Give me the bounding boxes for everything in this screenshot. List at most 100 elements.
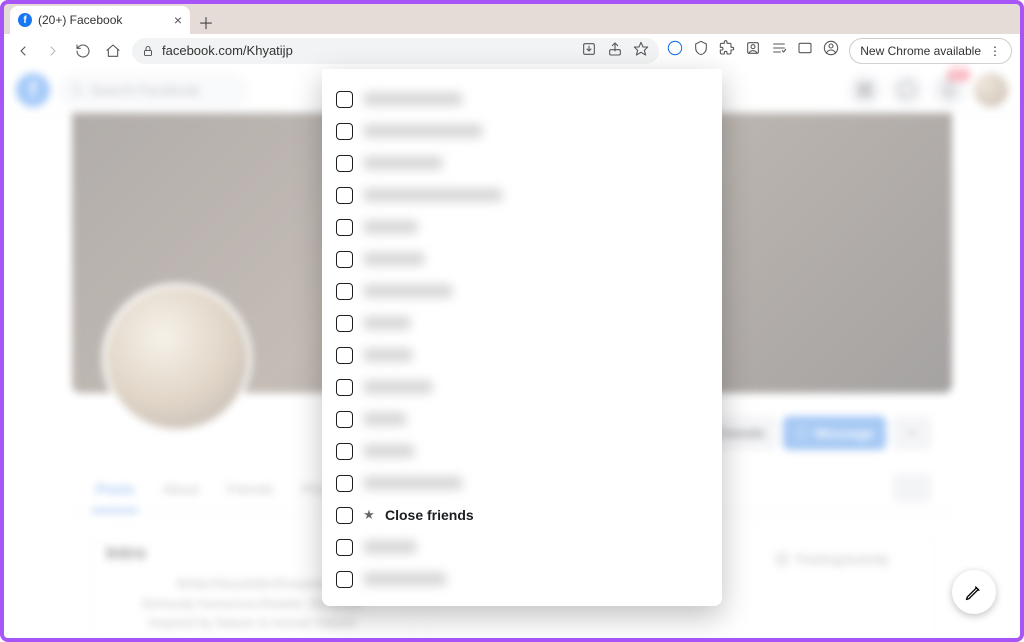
friend-list-item[interactable] bbox=[336, 467, 708, 499]
tab-title: (20+) Facebook bbox=[38, 13, 122, 27]
checkbox[interactable] bbox=[336, 571, 353, 588]
friend-list-item[interactable] bbox=[336, 339, 708, 371]
bookmark-star-icon[interactable] bbox=[633, 41, 649, 60]
list-item-label bbox=[363, 444, 415, 458]
friend-list-item[interactable] bbox=[336, 275, 708, 307]
chrome-update-label: New Chrome available bbox=[860, 44, 981, 58]
friend-list-item[interactable] bbox=[336, 115, 708, 147]
checkbox[interactable] bbox=[336, 187, 353, 204]
user-avatar[interactable] bbox=[974, 73, 1008, 107]
kebab-icon: ⋮ bbox=[989, 44, 1001, 58]
browser-tab[interactable]: f (20+) Facebook × bbox=[10, 6, 190, 34]
notifications-icon[interactable]: 20+ bbox=[932, 73, 966, 107]
list-item-label bbox=[363, 156, 443, 170]
message-label: Message bbox=[815, 425, 874, 441]
reading-list-icon[interactable] bbox=[771, 40, 787, 61]
intro-line: Inspired by Nature & Human Nature bbox=[106, 613, 398, 633]
checkbox[interactable] bbox=[336, 91, 353, 108]
friend-list-item[interactable] bbox=[336, 371, 708, 403]
checkbox[interactable] bbox=[336, 123, 353, 140]
list-item-label bbox=[363, 124, 483, 138]
edit-fab[interactable] bbox=[952, 570, 996, 614]
checkbox[interactable] bbox=[336, 347, 353, 364]
friend-list-item[interactable] bbox=[336, 435, 708, 467]
list-item-label bbox=[363, 572, 447, 586]
shield-icon[interactable] bbox=[693, 40, 709, 61]
profile-avatar-icon[interactable] bbox=[823, 40, 839, 61]
tab-friends[interactable]: Friends bbox=[223, 473, 278, 512]
messenger-small-icon bbox=[795, 426, 809, 440]
back-button[interactable] bbox=[12, 40, 34, 62]
smile-icon bbox=[774, 551, 790, 567]
tab-posts[interactable]: Posts bbox=[92, 473, 138, 512]
extensions-icon[interactable] bbox=[719, 40, 735, 61]
list-item-label bbox=[363, 476, 463, 490]
friend-list-item[interactable] bbox=[336, 307, 708, 339]
composer-feeling[interactable]: Feeling/activity bbox=[774, 551, 889, 567]
home-button[interactable] bbox=[102, 40, 124, 62]
friend-list-item[interactable] bbox=[336, 531, 708, 563]
checkbox[interactable] bbox=[336, 539, 353, 556]
close-tab-icon[interactable]: × bbox=[174, 13, 182, 27]
friend-list-item[interactable] bbox=[336, 179, 708, 211]
install-icon[interactable] bbox=[581, 41, 597, 60]
tab-strip: f (20+) Facebook × ＋ bbox=[4, 4, 1020, 34]
search-placeholder: Search Facebook bbox=[90, 82, 200, 98]
list-item-label bbox=[363, 220, 418, 234]
more-actions-button[interactable] bbox=[892, 416, 932, 450]
checkbox[interactable] bbox=[336, 251, 353, 268]
friend-list-item[interactable] bbox=[336, 83, 708, 115]
share-icon[interactable] bbox=[607, 41, 623, 60]
menu-icon[interactable] bbox=[848, 73, 882, 107]
chrome-update-pill[interactable]: New Chrome available ⋮ bbox=[849, 38, 1012, 64]
checkbox[interactable] bbox=[336, 155, 353, 172]
messenger-icon[interactable] bbox=[890, 73, 924, 107]
new-tab-button[interactable]: ＋ bbox=[194, 10, 218, 34]
account-icon[interactable] bbox=[745, 40, 761, 61]
pencil-icon bbox=[964, 582, 984, 602]
checkbox[interactable] bbox=[336, 507, 353, 524]
friend-list-item[interactable] bbox=[336, 563, 708, 595]
message-button[interactable]: Message bbox=[783, 416, 886, 450]
checkbox[interactable] bbox=[336, 443, 353, 460]
list-item-label bbox=[363, 92, 463, 106]
list-item-label bbox=[363, 412, 407, 426]
list-item-label bbox=[363, 284, 453, 298]
facebook-search[interactable]: Search Facebook bbox=[58, 73, 248, 107]
address-bar[interactable]: facebook.com/Khyatijp bbox=[132, 38, 659, 64]
browser-toolbar: facebook.com/Khyatijp New Chrome availab… bbox=[4, 34, 1020, 67]
list-item-label bbox=[363, 348, 413, 362]
tab-search-icon[interactable] bbox=[797, 40, 813, 61]
checkbox[interactable] bbox=[336, 283, 353, 300]
search-icon bbox=[70, 83, 84, 97]
checkbox[interactable] bbox=[336, 315, 353, 332]
tab-more[interactable]: ··· bbox=[892, 473, 932, 503]
downloads-icon[interactable] bbox=[667, 40, 683, 61]
profile-picture[interactable] bbox=[102, 283, 252, 433]
list-item-label bbox=[363, 188, 503, 202]
friend-list-item[interactable] bbox=[336, 243, 708, 275]
chevron-down-icon bbox=[905, 426, 919, 440]
notification-badge: 20+ bbox=[947, 69, 970, 81]
facebook-logo[interactable]: f bbox=[16, 73, 50, 107]
checkbox[interactable] bbox=[336, 411, 353, 428]
list-item-label bbox=[363, 540, 417, 554]
star-icon: ★ bbox=[363, 507, 375, 523]
url-text: facebook.com/Khyatijp bbox=[162, 43, 293, 58]
facebook-favicon: f bbox=[18, 13, 32, 27]
friend-list-item[interactable] bbox=[336, 211, 708, 243]
list-item-label: Close friends bbox=[385, 507, 474, 523]
checkbox[interactable] bbox=[336, 379, 353, 396]
reload-button[interactable] bbox=[72, 40, 94, 62]
tab-about[interactable]: About bbox=[158, 473, 203, 512]
friend-list-item[interactable] bbox=[336, 403, 708, 435]
forward-button[interactable] bbox=[42, 40, 64, 62]
friend-list-item[interactable]: ★ Close friends bbox=[336, 499, 708, 531]
list-item-label bbox=[363, 316, 411, 330]
list-item-label bbox=[363, 380, 433, 394]
checkbox[interactable] bbox=[336, 219, 353, 236]
friend-list-modal: ★ Close friends bbox=[322, 69, 722, 606]
friend-list-item[interactable] bbox=[336, 147, 708, 179]
lock-icon bbox=[142, 45, 154, 57]
checkbox[interactable] bbox=[336, 475, 353, 492]
